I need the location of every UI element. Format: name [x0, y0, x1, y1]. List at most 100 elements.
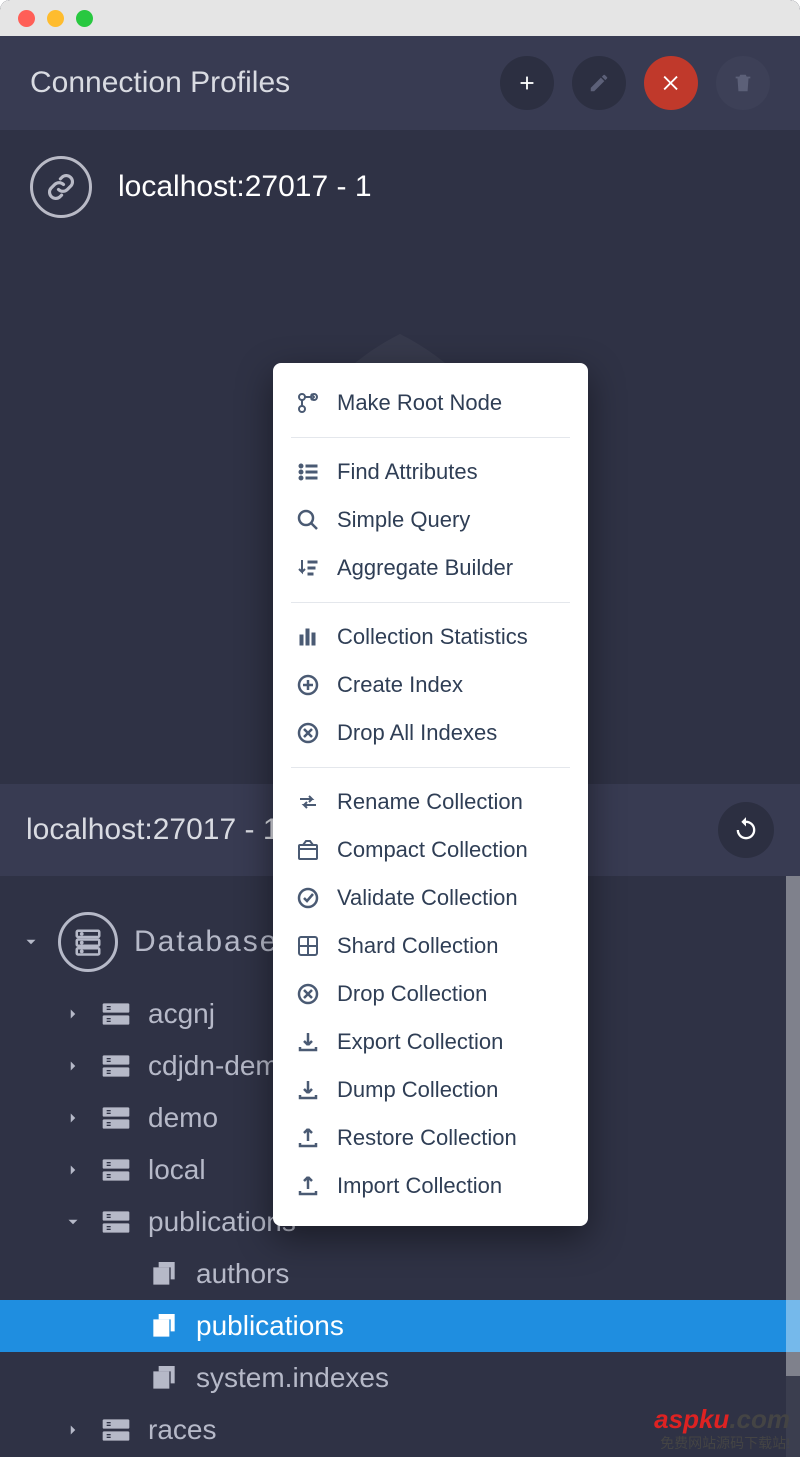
- database-icon: [100, 1206, 132, 1238]
- menu-item-label: Shard Collection: [337, 933, 498, 959]
- watermark-line2: 免费网站源码下载站!: [654, 1435, 790, 1451]
- download-icon: [295, 1077, 321, 1103]
- database-icon: [100, 998, 132, 1030]
- menu-item-label: Simple Query: [337, 507, 470, 533]
- swap-icon: [295, 789, 321, 815]
- x-circle-icon: [295, 981, 321, 1007]
- menu-item-label: Drop Collection: [337, 981, 487, 1007]
- chevron-right-icon: [62, 1107, 84, 1129]
- tree-item-label: acgnj: [148, 998, 215, 1030]
- tree-item-label: demo: [148, 1102, 218, 1134]
- menu-item-label: Drop All Indexes: [337, 720, 497, 746]
- bars-icon: [295, 624, 321, 650]
- close-window-button[interactable]: [18, 10, 35, 27]
- trash-icon: [732, 72, 754, 94]
- box-icon: [295, 837, 321, 863]
- database-icon: [100, 1050, 132, 1082]
- chevron-right-icon: [62, 1055, 84, 1077]
- menu-drop-collection[interactable]: Drop Collection: [273, 970, 588, 1018]
- x-circle-icon: [295, 720, 321, 746]
- menu-item-label: Make Root Node: [337, 390, 502, 416]
- menu-dump-collection[interactable]: Dump Collection: [273, 1066, 588, 1114]
- menu-compact-collection[interactable]: Compact Collection: [273, 826, 588, 874]
- menu-simple-query[interactable]: Simple Query: [273, 496, 588, 544]
- connection-icon: [30, 156, 92, 218]
- upload-icon: [295, 1125, 321, 1151]
- database-icon: [58, 912, 118, 972]
- menu-find-attributes[interactable]: Find Attributes: [273, 448, 588, 496]
- menu-item-label: Create Index: [337, 672, 463, 698]
- database-icon: [100, 1414, 132, 1446]
- menu-item-label: Rename Collection: [337, 789, 523, 815]
- menu-separator: [291, 767, 570, 768]
- menu-restore-collection[interactable]: Restore Collection: [273, 1114, 588, 1162]
- pencil-icon: [588, 72, 610, 94]
- chevron-down-icon: [62, 1211, 84, 1233]
- list-icon: [295, 459, 321, 485]
- edit-profile-button[interactable]: [572, 56, 626, 110]
- menu-validate-collection[interactable]: Validate Collection: [273, 874, 588, 922]
- database-icon: [100, 1102, 132, 1134]
- maximize-window-button[interactable]: [76, 10, 93, 27]
- tree-coll-authors[interactable]: authors: [0, 1248, 800, 1300]
- watermark: aspku.com 免费网站源码下载站!: [654, 1405, 790, 1451]
- plus-circle-icon: [295, 672, 321, 698]
- menu-shard-collection[interactable]: Shard Collection: [273, 922, 588, 970]
- menu-collection-statistics[interactable]: Collection Statistics: [273, 613, 588, 661]
- collection-icon: [148, 1310, 180, 1342]
- scrollbar-track[interactable]: [786, 876, 800, 1457]
- upload-icon: [295, 1173, 321, 1199]
- tree-header-label: localhost:27017 - 1: [26, 813, 280, 847]
- plus-icon: [516, 72, 538, 94]
- menu-drop-all-indexes[interactable]: Drop All Indexes: [273, 709, 588, 757]
- chevron-down-icon: [20, 931, 42, 953]
- menu-import-collection[interactable]: Import Collection: [273, 1162, 588, 1210]
- menu-item-label: Find Attributes: [337, 459, 478, 485]
- database-icon: [100, 1154, 132, 1186]
- chevron-right-icon: [62, 1159, 84, 1181]
- menu-make-root-node[interactable]: Make Root Node: [273, 379, 588, 427]
- menu-item-label: Import Collection: [337, 1173, 502, 1199]
- tree-item-label: system.indexes: [196, 1362, 389, 1394]
- chevron-right-icon: [62, 1419, 84, 1441]
- menu-export-collection[interactable]: Export Collection: [273, 1018, 588, 1066]
- menu-aggregate-builder[interactable]: Aggregate Builder: [273, 544, 588, 592]
- tree-coll-system-indexes[interactable]: system.indexes: [0, 1352, 800, 1404]
- watermark-line1: aspku.com: [654, 1405, 790, 1435]
- connection-row[interactable]: localhost:27017 - 1: [0, 130, 800, 244]
- refresh-button[interactable]: [718, 802, 774, 858]
- shard-icon: [295, 933, 321, 959]
- refresh-icon: [732, 816, 760, 844]
- menu-item-label: Collection Statistics: [337, 624, 528, 650]
- link-icon: [46, 172, 76, 202]
- header: Connection Profiles: [0, 36, 800, 130]
- search-icon: [295, 507, 321, 533]
- titlebar: [0, 0, 800, 36]
- menu-rename-collection[interactable]: Rename Collection: [273, 778, 588, 826]
- collection-icon: [148, 1362, 180, 1394]
- tree-root-label: Databases: [134, 925, 295, 959]
- close-profile-button[interactable]: [644, 56, 698, 110]
- menu-item-label: Aggregate Builder: [337, 555, 513, 581]
- sort-down-icon: [295, 555, 321, 581]
- menu-create-index[interactable]: Create Index: [273, 661, 588, 709]
- menu-item-label: Compact Collection: [337, 837, 528, 863]
- menu-item-label: Export Collection: [337, 1029, 503, 1055]
- menu-separator: [291, 437, 570, 438]
- tree-coll-publications[interactable]: publications: [0, 1300, 800, 1352]
- header-actions: [500, 56, 770, 110]
- minimize-window-button[interactable]: [47, 10, 64, 27]
- menu-item-label: Validate Collection: [337, 885, 518, 911]
- download-icon: [295, 1029, 321, 1055]
- tree-item-label: authors: [196, 1258, 289, 1290]
- tree-item-label: publications: [196, 1310, 344, 1342]
- chevron-right-icon: [62, 1003, 84, 1025]
- header-title: Connection Profiles: [30, 66, 290, 100]
- menu-item-label: Dump Collection: [337, 1077, 498, 1103]
- app-window: Connection Profiles localhost:27017 - 1: [0, 0, 800, 1457]
- delete-profile-button[interactable]: [716, 56, 770, 110]
- close-icon: [660, 72, 682, 94]
- add-profile-button[interactable]: [500, 56, 554, 110]
- scrollbar-thumb[interactable]: [786, 876, 800, 1376]
- menu-separator: [291, 602, 570, 603]
